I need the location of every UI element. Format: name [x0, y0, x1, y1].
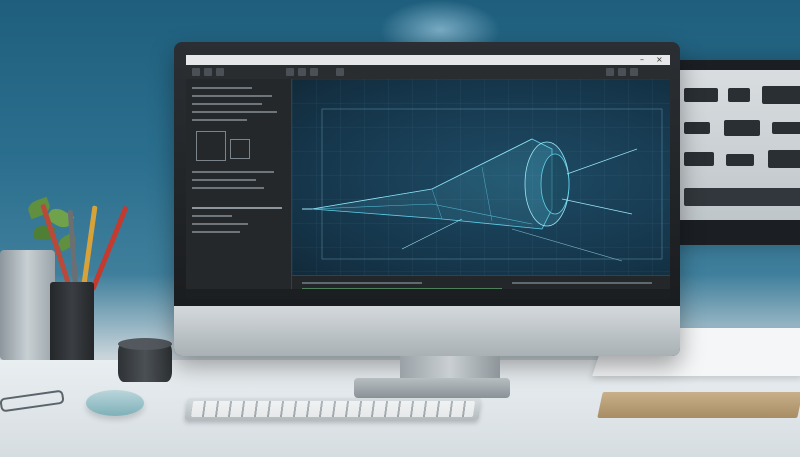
computer-mouse	[86, 390, 144, 416]
monitor-chin	[174, 306, 680, 356]
toolbar-button[interactable]	[204, 68, 212, 76]
schematic-thumbnail[interactable]	[196, 131, 226, 161]
toolbar-button[interactable]	[298, 68, 306, 76]
close-icon[interactable]: ×	[656, 55, 663, 64]
desk-cylinder-top	[118, 338, 172, 350]
book	[597, 392, 800, 418]
window-titlebar: – ×	[186, 55, 670, 65]
minimize-icon[interactable]: –	[640, 55, 644, 64]
monitor-stand	[354, 378, 510, 398]
keyboard	[184, 398, 482, 420]
toolbar-button[interactable]	[192, 68, 200, 76]
toolbar	[186, 65, 670, 80]
schematic-thumbnail[interactable]	[230, 139, 250, 159]
toolbar-button[interactable]	[630, 68, 638, 76]
background-monitor-screen	[676, 70, 800, 220]
toolbar-button[interactable]	[618, 68, 626, 76]
plant-pot	[0, 250, 55, 360]
3d-viewport[interactable]	[292, 79, 670, 275]
monitor-screen: – ×	[186, 55, 670, 299]
toolbar-button[interactable]	[216, 68, 224, 76]
toolbar-button[interactable]	[286, 68, 294, 76]
pencils	[40, 200, 129, 301]
toolbar-button[interactable]	[606, 68, 614, 76]
status-bar	[186, 289, 670, 299]
properties-panel	[186, 79, 292, 289]
toolbar-button[interactable]	[336, 68, 344, 76]
wireframe-model	[302, 108, 663, 262]
toolbar-button[interactable]	[310, 68, 318, 76]
